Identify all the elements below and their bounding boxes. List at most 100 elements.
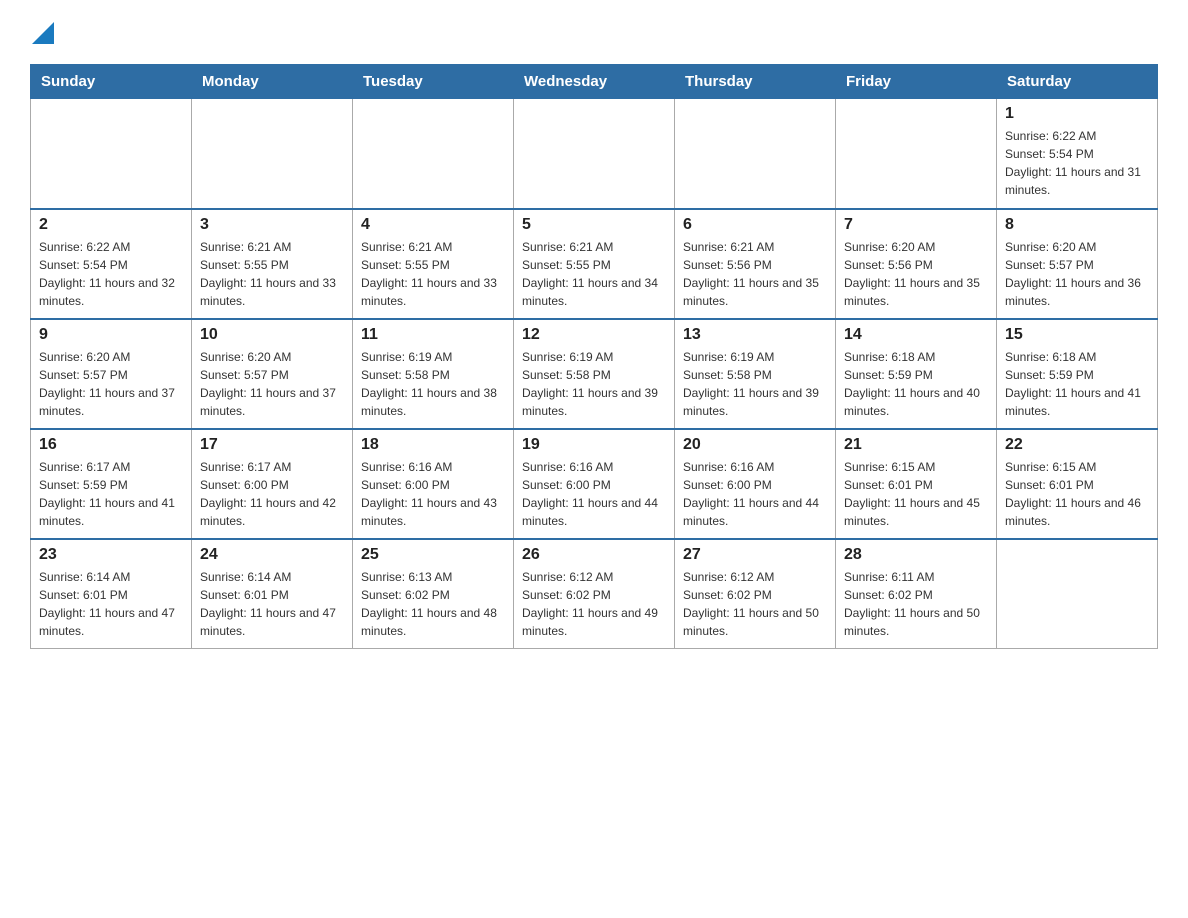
logo-triangle-icon (32, 22, 54, 44)
day-info: Sunrise: 6:19 AMSunset: 5:58 PMDaylight:… (361, 348, 505, 420)
day-info: Sunrise: 6:22 AMSunset: 5:54 PMDaylight:… (39, 238, 183, 310)
calendar-week-row: 23 Sunrise: 6:14 AMSunset: 6:01 PMDayligh… (31, 539, 1158, 649)
day-info: Sunrise: 6:21 AMSunset: 5:55 PMDaylight:… (522, 238, 666, 310)
day-number: 24 (200, 546, 344, 564)
day-info: Sunrise: 6:12 AMSunset: 6:02 PMDaylight:… (522, 568, 666, 640)
calendar-day-cell (675, 99, 836, 209)
day-number: 10 (200, 326, 344, 344)
day-info: Sunrise: 6:21 AMSunset: 5:55 PMDaylight:… (200, 238, 344, 310)
day-info: Sunrise: 6:11 AMSunset: 6:02 PMDaylight:… (844, 568, 988, 640)
calendar-day-cell (514, 99, 675, 209)
calendar-week-row: 9 Sunrise: 6:20 AMSunset: 5:57 PMDaylight… (31, 319, 1158, 429)
day-number: 18 (361, 436, 505, 454)
calendar-day-cell: 20 Sunrise: 6:16 AMSunset: 6:00 PMDayligh… (675, 429, 836, 539)
day-info: Sunrise: 6:20 AMSunset: 5:57 PMDaylight:… (200, 348, 344, 420)
day-info: Sunrise: 6:21 AMSunset: 5:56 PMDaylight:… (683, 238, 827, 310)
calendar-week-row: 2 Sunrise: 6:22 AMSunset: 5:54 PMDaylight… (31, 209, 1158, 319)
calendar-header-row: SundayMondayTuesdayWednesdayThursdayFrid… (31, 65, 1158, 99)
day-number: 3 (200, 216, 344, 234)
calendar-day-cell: 2 Sunrise: 6:22 AMSunset: 5:54 PMDaylight… (31, 209, 192, 319)
calendar-header-monday: Monday (192, 65, 353, 99)
day-info: Sunrise: 6:20 AMSunset: 5:56 PMDaylight:… (844, 238, 988, 310)
day-info: Sunrise: 6:18 AMSunset: 5:59 PMDaylight:… (844, 348, 988, 420)
day-number: 28 (844, 546, 988, 564)
day-info: Sunrise: 6:13 AMSunset: 6:02 PMDaylight:… (361, 568, 505, 640)
day-info: Sunrise: 6:15 AMSunset: 6:01 PMDaylight:… (1005, 458, 1149, 530)
calendar-day-cell: 13 Sunrise: 6:19 AMSunset: 5:58 PMDayligh… (675, 319, 836, 429)
calendar-day-cell: 16Sunrise: 6:17 AMSunset: 5:59 PMDayligh… (31, 429, 192, 539)
calendar-day-cell: 3 Sunrise: 6:21 AMSunset: 5:55 PMDaylight… (192, 209, 353, 319)
day-info: Sunrise: 6:19 AMSunset: 5:58 PMDaylight:… (683, 348, 827, 420)
day-number: 7 (844, 216, 988, 234)
calendar-day-cell: 5 Sunrise: 6:21 AMSunset: 5:55 PMDaylight… (514, 209, 675, 319)
calendar-day-cell (192, 99, 353, 209)
calendar-day-cell (353, 99, 514, 209)
calendar-header-thursday: Thursday (675, 65, 836, 99)
calendar-day-cell: 7 Sunrise: 6:20 AMSunset: 5:56 PMDaylight… (836, 209, 997, 319)
day-number: 22 (1005, 436, 1149, 454)
day-info: Sunrise: 6:21 AMSunset: 5:55 PMDaylight:… (361, 238, 505, 310)
day-info: Sunrise: 6:15 AMSunset: 6:01 PMDaylight:… (844, 458, 988, 530)
day-number: 5 (522, 216, 666, 234)
day-number: 17 (200, 436, 344, 454)
day-info: Sunrise: 6:16 AMSunset: 6:00 PMDaylight:… (361, 458, 505, 530)
calendar-day-cell: 21 Sunrise: 6:15 AMSunset: 6:01 PMDayligh… (836, 429, 997, 539)
day-number: 27 (683, 546, 827, 564)
day-number: 11 (361, 326, 505, 344)
day-number: 6 (683, 216, 827, 234)
calendar-day-cell: 24 Sunrise: 6:14 AMSunset: 6:01 PMDayligh… (192, 539, 353, 649)
calendar-day-cell: 18 Sunrise: 6:16 AMSunset: 6:00 PMDayligh… (353, 429, 514, 539)
calendar-header-saturday: Saturday (997, 65, 1158, 99)
day-number: 8 (1005, 216, 1149, 234)
day-info: Sunrise: 6:16 AMSunset: 6:00 PMDaylight:… (522, 458, 666, 530)
day-info: Sunrise: 6:14 AMSunset: 6:01 PMDaylight:… (39, 568, 183, 640)
day-number: 26 (522, 546, 666, 564)
day-number: 4 (361, 216, 505, 234)
calendar-day-cell (31, 99, 192, 209)
day-number: 25 (361, 546, 505, 564)
calendar-day-cell: 9 Sunrise: 6:20 AMSunset: 5:57 PMDaylight… (31, 319, 192, 429)
calendar-day-cell: 26 Sunrise: 6:12 AMSunset: 6:02 PMDayligh… (514, 539, 675, 649)
day-number: 9 (39, 326, 183, 344)
day-number: 19 (522, 436, 666, 454)
calendar-header-tuesday: Tuesday (353, 65, 514, 99)
day-info: Sunrise: 6:14 AMSunset: 6:01 PMDaylight:… (200, 568, 344, 640)
day-number: 13 (683, 326, 827, 344)
calendar-day-cell: 10 Sunrise: 6:20 AMSunset: 5:57 PMDayligh… (192, 319, 353, 429)
day-info: Sunrise: 6:17 AMSunset: 6:00 PMDaylight:… (200, 458, 344, 530)
calendar-day-cell: 14 Sunrise: 6:18 AMSunset: 5:59 PMDayligh… (836, 319, 997, 429)
day-number: 21 (844, 436, 988, 454)
calendar-day-cell: 23 Sunrise: 6:14 AMSunset: 6:01 PMDayligh… (31, 539, 192, 649)
day-number: 15 (1005, 326, 1149, 344)
day-number: 2 (39, 216, 183, 234)
day-info: Sunrise: 6:18 AMSunset: 5:59 PMDaylight:… (1005, 348, 1149, 420)
calendar-day-cell: 11 Sunrise: 6:19 AMSunset: 5:58 PMDayligh… (353, 319, 514, 429)
day-info: Sunrise: 6:20 AMSunset: 5:57 PMDaylight:… (39, 348, 183, 420)
calendar-day-cell: 25 Sunrise: 6:13 AMSunset: 6:02 PMDayligh… (353, 539, 514, 649)
calendar-day-cell (997, 539, 1158, 649)
day-number: 14 (844, 326, 988, 344)
calendar-day-cell: 17 Sunrise: 6:17 AMSunset: 6:00 PMDayligh… (192, 429, 353, 539)
calendar-day-cell: 1 Sunrise: 6:22 AMSunset: 5:54 PMDaylight… (997, 99, 1158, 209)
calendar-day-cell: 28 Sunrise: 6:11 AMSunset: 6:02 PMDayligh… (836, 539, 997, 649)
day-number: 20 (683, 436, 827, 454)
calendar-table: SundayMondayTuesdayWednesdayThursdayFrid… (30, 64, 1158, 649)
day-info: Sunrise: 6:20 AMSunset: 5:57 PMDaylight:… (1005, 238, 1149, 310)
calendar-day-cell: 22 Sunrise: 6:15 AMSunset: 6:01 PMDayligh… (997, 429, 1158, 539)
day-number: 1 (1005, 105, 1149, 123)
calendar-week-row: 1 Sunrise: 6:22 AMSunset: 5:54 PMDaylight… (31, 99, 1158, 209)
day-number: 16 (39, 436, 183, 454)
calendar-day-cell: 15 Sunrise: 6:18 AMSunset: 5:59 PMDayligh… (997, 319, 1158, 429)
calendar-day-cell: 8 Sunrise: 6:20 AMSunset: 5:57 PMDaylight… (997, 209, 1158, 319)
calendar-header-wednesday: Wednesday (514, 65, 675, 99)
day-info: Sunrise: 6:19 AMSunset: 5:58 PMDaylight:… (522, 348, 666, 420)
calendar-day-cell: 6 Sunrise: 6:21 AMSunset: 5:56 PMDaylight… (675, 209, 836, 319)
day-info: Sunrise: 6:12 AMSunset: 6:02 PMDaylight:… (683, 568, 827, 640)
day-number: 12 (522, 326, 666, 344)
day-info: Sunrise: 6:16 AMSunset: 6:00 PMDaylight:… (683, 458, 827, 530)
day-info: Sunrise: 6:22 AMSunset: 5:54 PMDaylight:… (1005, 127, 1149, 199)
calendar-header-sunday: Sunday (31, 65, 192, 99)
logo (30, 20, 54, 44)
calendar-day-cell (836, 99, 997, 209)
day-number: 23 (39, 546, 183, 564)
